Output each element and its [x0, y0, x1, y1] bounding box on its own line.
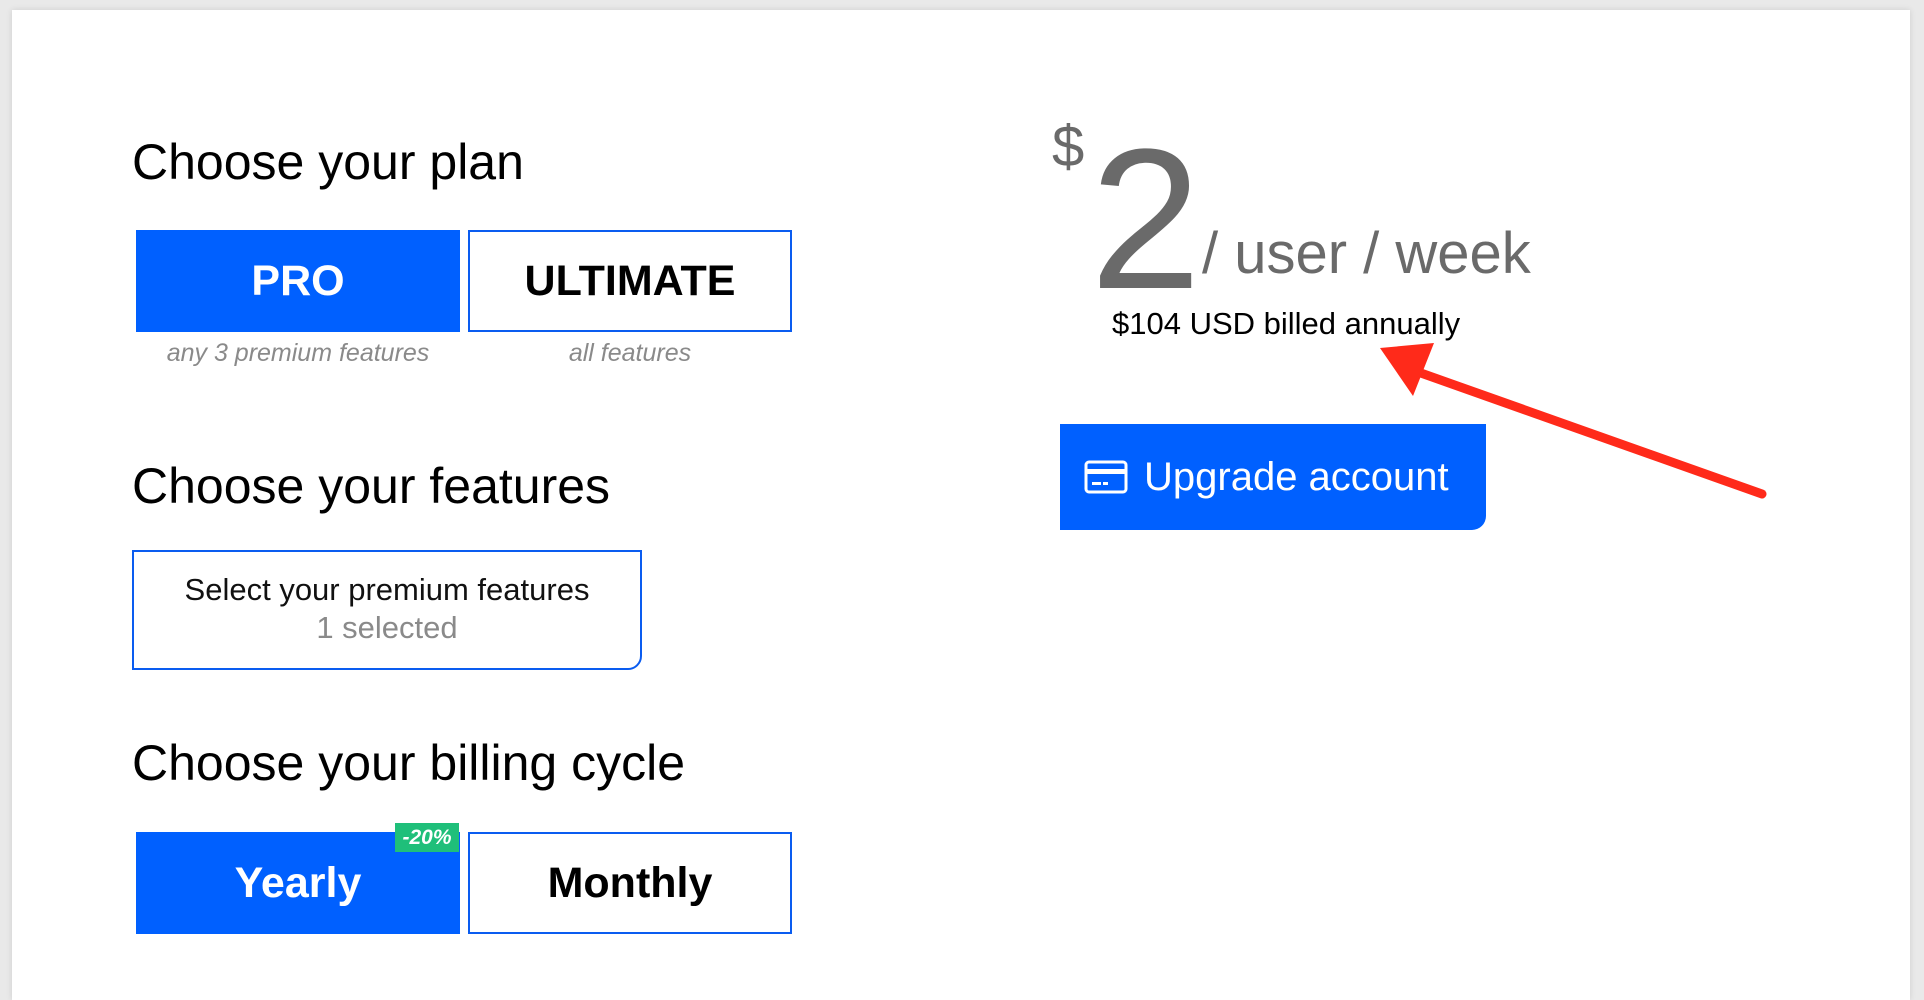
plan-heading: Choose your plan — [132, 134, 524, 190]
features-selector-title: Select your premium features — [184, 572, 590, 608]
plan-option-pro[interactable]: PRO — [136, 230, 460, 332]
upgrade-account-button[interactable]: Upgrade account — [1060, 424, 1486, 530]
billing-heading: Choose your billing cycle — [132, 735, 686, 791]
billing-option-monthly[interactable]: Monthly — [468, 832, 792, 934]
plan-caption-pro: any 3 premium features — [166, 339, 430, 367]
plan-caption-ultimate: all features — [568, 339, 692, 367]
currency-symbol: $ — [1052, 114, 1085, 179]
credit-card-icon — [1084, 460, 1128, 494]
billing-note: $104 USD billed annually — [1112, 306, 1461, 341]
features-heading: Choose your features — [132, 458, 611, 514]
features-selector[interactable]: Select your premium features 1 selected — [132, 550, 642, 670]
price-amount: 2 — [1090, 108, 1202, 331]
upgrade-account-label: Upgrade account — [1144, 454, 1449, 499]
features-selected-count: 1 selected — [316, 610, 458, 646]
price-unit: / user / week — [1202, 221, 1531, 286]
plan-option-ultimate[interactable]: ULTIMATE — [468, 230, 792, 332]
discount-badge: -20% — [395, 823, 459, 852]
